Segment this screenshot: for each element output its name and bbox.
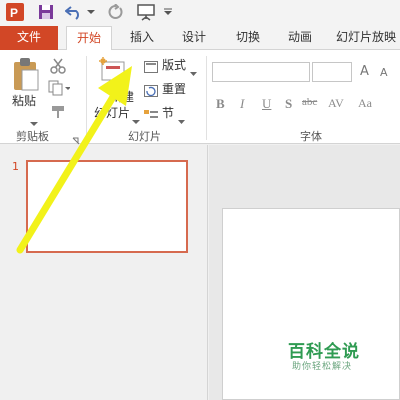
tab-transitions[interactable]: 切换 xyxy=(226,26,270,50)
italic-button[interactable]: I xyxy=(240,96,244,112)
cut-icon[interactable] xyxy=(50,58,66,78)
ribbon-home: 粘贴 剪贴板 新建 幻灯片 版式 重置 节 幻灯片 A A B I U S ab… xyxy=(0,50,400,145)
tab-insert[interactable]: 插入 xyxy=(120,26,164,50)
grow-font-button[interactable]: A xyxy=(360,64,369,79)
slide-thumbnail[interactable] xyxy=(26,160,188,253)
new-slide-icon[interactable] xyxy=(98,56,128,86)
powerpoint-window: P 文件 开始 插入 设计 切换 动画 幻灯片放映 粘贴 剪贴板 新建 幻灯片 … xyxy=(0,0,400,400)
undo-icon[interactable] xyxy=(64,2,84,22)
section-icon[interactable] xyxy=(144,106,158,125)
slides-group-label: 幻灯片 xyxy=(128,130,161,143)
reset-button[interactable]: 重置 xyxy=(162,80,186,97)
tab-home[interactable]: 开始 xyxy=(66,26,112,51)
paste-icon[interactable] xyxy=(12,56,40,92)
char-spacing-button[interactable]: AV xyxy=(328,96,344,111)
shrink-font-button[interactable]: A xyxy=(380,66,388,79)
font-size-combo[interactable] xyxy=(312,62,352,82)
ribbon-tabs: 文件 开始 插入 设计 切换 动画 幻灯片放映 xyxy=(0,26,400,51)
tab-file[interactable]: 文件 xyxy=(0,26,58,50)
layout-dropdown-icon[interactable] xyxy=(190,62,197,81)
layout-button[interactable]: 版式 xyxy=(162,56,186,73)
slide-number: 1 xyxy=(12,160,19,173)
new-slide-label[interactable]: 新建 xyxy=(110,88,134,105)
change-case-button[interactable]: Aa xyxy=(358,96,372,111)
tab-slideshow[interactable]: 幻灯片放映 xyxy=(336,26,400,50)
present-icon[interactable] xyxy=(134,2,158,22)
reset-icon[interactable] xyxy=(144,82,158,101)
underline-button[interactable]: U xyxy=(262,96,271,112)
save-icon[interactable] xyxy=(36,2,56,22)
format-painter-icon[interactable] xyxy=(50,104,66,123)
tab-design[interactable]: 设计 xyxy=(172,26,216,50)
divider xyxy=(86,56,87,140)
layout-icon[interactable] xyxy=(144,58,158,77)
section-button[interactable]: 节 xyxy=(162,104,174,121)
strikethrough-button[interactable]: abc xyxy=(302,96,317,108)
svg-text:P: P xyxy=(10,6,18,20)
bold-button[interactable]: B xyxy=(216,96,225,112)
redo-icon[interactable] xyxy=(106,2,126,22)
dropdown-icon[interactable] xyxy=(86,2,96,22)
font-group-label: 字体 xyxy=(300,130,322,143)
clipboard-group-label: 剪贴板 xyxy=(16,130,49,143)
quick-access-toolbar: P xyxy=(0,0,400,26)
customize-icon[interactable] xyxy=(162,2,174,22)
paste-button[interactable]: 粘贴 xyxy=(12,92,36,109)
tab-animations[interactable]: 动画 xyxy=(278,26,322,50)
shadow-button[interactable]: S xyxy=(285,96,292,112)
section-dropdown-icon[interactable] xyxy=(178,110,185,129)
divider xyxy=(206,56,207,140)
font-name-combo[interactable] xyxy=(212,62,310,82)
new-slide-dropdown-icon[interactable] xyxy=(132,110,140,129)
watermark-subtitle: 助你轻松解决 xyxy=(292,362,353,372)
copy-icon[interactable] xyxy=(48,80,71,100)
new-slide-button[interactable]: 幻灯片 xyxy=(94,104,130,121)
powerpoint-logo-icon[interactable]: P xyxy=(4,2,26,22)
